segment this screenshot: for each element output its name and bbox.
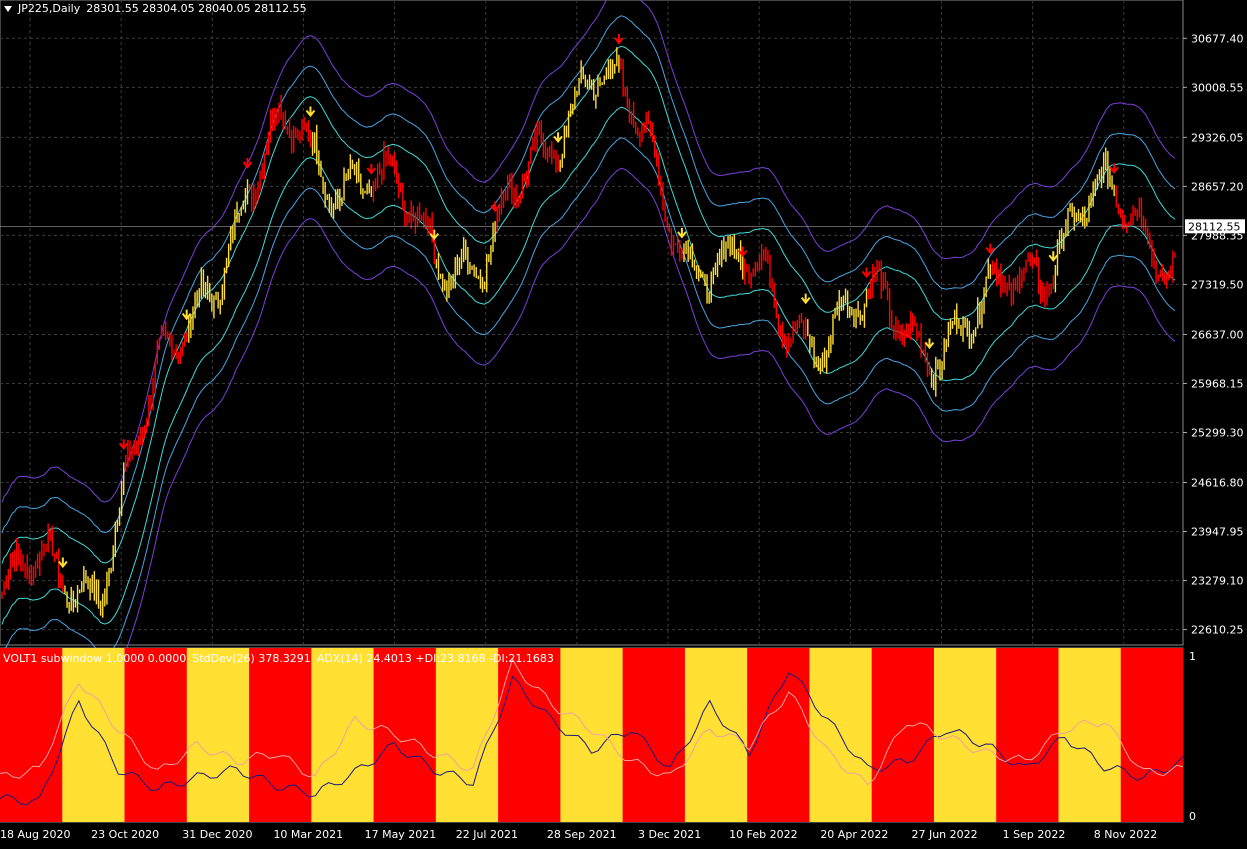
regime-block <box>1058 648 1122 822</box>
date-tick-label: 3 Dec 2021 <box>638 828 701 841</box>
subwindow-header: VOLT1 subwindow 1.0000 0.0000 StdDev(26) … <box>3 652 560 665</box>
price-tick-label: 26637.00 <box>1191 328 1244 341</box>
signal-arrow <box>800 293 811 305</box>
date-tick-label: 22 Jul 2021 <box>456 828 518 841</box>
price-tick-label: 25299.30 <box>1191 426 1244 439</box>
date-tick-label: 10 Feb 2022 <box>729 828 797 841</box>
regime-block <box>311 648 375 822</box>
price-tick-label: 30677.40 <box>1191 32 1244 45</box>
date-tick-label: 10 Mar 2021 <box>273 828 343 841</box>
current-price-label: 28112.55 <box>1188 220 1241 233</box>
date-tick-label: 1 Sep 2022 <box>1003 828 1066 841</box>
signal-arrow <box>614 33 624 45</box>
regime-block <box>871 648 935 822</box>
chart-canvas[interactable]: 30677.4030008.5529326.0528657.2027988.35… <box>0 0 1247 845</box>
chart-window: 30677.40 30008.55 29326.05 28657.20 27988.35… <box>0 0 1247 845</box>
main-pane-frame <box>0 0 1184 646</box>
signal-arrow <box>366 163 377 175</box>
price-tick-label: 23947.95 <box>1191 526 1244 539</box>
price-tick-label: 27319.50 <box>1191 278 1244 291</box>
date-tick-label: 27 Jun 2022 <box>911 828 977 841</box>
date-tick-label: 20 Apr 2022 <box>820 828 888 841</box>
subwindow-indicator-label: VOLT1 subwindow 1.0000 0.0000 <box>3 652 187 665</box>
regime-block <box>62 648 126 822</box>
sub-scale-bottom: 0 <box>1189 810 1196 823</box>
signal-arrow <box>242 157 253 169</box>
signal-arrow <box>553 132 563 143</box>
price-tick-label: 23279.10 <box>1191 575 1244 588</box>
date-tick-label: 28 Sep 2021 <box>547 828 617 841</box>
price-tick-label: 22610.25 <box>1191 624 1244 637</box>
date-tick-label: 18 Aug 2020 <box>0 828 70 841</box>
date-tick-label: 8 Nov 2022 <box>1094 828 1157 841</box>
band-outer-upper <box>1 0 1176 503</box>
stddev-label: StdDev(26) 378.3291 <box>192 652 311 665</box>
signal-arrow <box>490 201 500 213</box>
ohlc-label: 28301.55 28304.05 28040.05 28112.55 <box>86 2 307 15</box>
signal-arrow <box>924 338 935 350</box>
price-tick-label: 25968.15 <box>1191 377 1244 390</box>
price-tick-label: 30008.55 <box>1191 81 1244 94</box>
regime-block <box>996 648 1059 822</box>
signal-arrow <box>305 106 316 118</box>
price-tick-label: 28657.20 <box>1191 180 1244 193</box>
date-tick-label: 31 Dec 2020 <box>182 828 252 841</box>
band-inner-lower <box>1 106 1176 625</box>
sub-scale-top: 1 <box>1189 650 1196 663</box>
regime-block <box>186 648 250 822</box>
regime-block <box>622 648 686 822</box>
adx-label: ADX(14) 24.4013 +DI:23.8168 -DI:21.1683 <box>316 652 554 665</box>
chart-header: JP225,Daily 28301.55 28304.05 28040.05 28… <box>4 2 313 15</box>
date-tick-label: 23 Oct 2020 <box>91 828 159 841</box>
signal-arrow <box>1048 251 1059 262</box>
regime-block <box>435 648 499 822</box>
band-inner-upper <box>1 45 1176 564</box>
chart-menu-icon[interactable] <box>4 6 12 12</box>
symbol-label: JP225,Daily <box>18 2 81 15</box>
signal-arrow <box>737 246 748 258</box>
signal-arrow <box>861 267 872 279</box>
regime-block <box>249 648 312 822</box>
regime-block <box>1120 648 1184 822</box>
signal-arrow <box>181 309 192 321</box>
price-tick-label: 24616.80 <box>1191 477 1244 490</box>
date-tick-label: 17 May 2021 <box>365 828 437 841</box>
price-tick-label: 29326.05 <box>1191 131 1244 144</box>
regime-block <box>373 648 437 822</box>
regime-block <box>124 648 188 822</box>
signal-arrow <box>58 557 68 569</box>
